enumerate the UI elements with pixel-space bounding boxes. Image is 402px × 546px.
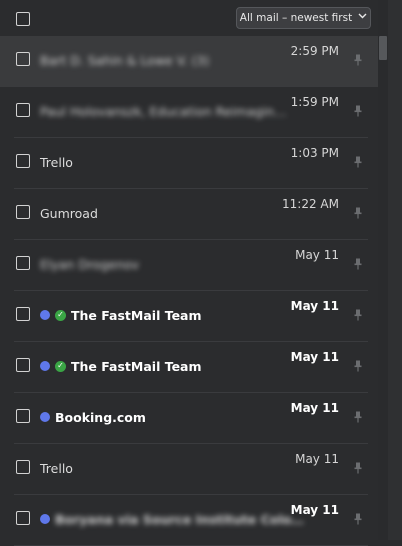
mail-list-toolbar: All mail – newest first bbox=[0, 0, 378, 36]
message-checkbox[interactable] bbox=[16, 154, 30, 168]
message-sender: ✓ The FastMail Team bbox=[40, 305, 202, 325]
message-sender: Bart D. Sahin & Lowe V. (3) bbox=[40, 50, 209, 70]
message-time: 11:22 AM bbox=[282, 197, 339, 211]
sender-name: Trello bbox=[40, 460, 73, 476]
message-sender: Trello bbox=[40, 152, 73, 172]
message-time: 1:03 PM bbox=[290, 146, 339, 160]
pin-icon[interactable] bbox=[354, 54, 362, 66]
sender-name: Bart D. Sahin & Lowe V. (3) bbox=[40, 52, 210, 68]
message-checkbox[interactable] bbox=[16, 358, 30, 372]
pin-icon[interactable] bbox=[354, 156, 362, 168]
pin-icon[interactable] bbox=[354, 360, 362, 372]
message-time: May 11 bbox=[290, 503, 339, 517]
message-checkbox[interactable] bbox=[16, 52, 30, 66]
message-row[interactable]: Elyan Drogenov May 11 bbox=[0, 240, 378, 291]
message-sender: Elyan Drogenov bbox=[40, 254, 139, 274]
sort-label: All mail – newest first bbox=[239, 12, 353, 24]
message-time: May 11 bbox=[290, 401, 339, 415]
pin-icon[interactable] bbox=[354, 513, 362, 525]
pin-icon[interactable] bbox=[354, 207, 362, 219]
message-row[interactable]: Bart D. Sahin & Lowe V. (3) 2:59 PM bbox=[0, 36, 378, 87]
message-time: 2:59 PM bbox=[290, 44, 339, 58]
sender-name: Elyan Drogenov bbox=[40, 256, 140, 272]
message-checkbox[interactable] bbox=[16, 409, 30, 423]
message-row[interactable]: Trello 1:03 PM bbox=[0, 138, 378, 189]
select-all-checkbox[interactable] bbox=[16, 12, 30, 26]
message-sender: Booking.com bbox=[40, 407, 146, 427]
unread-dot-icon bbox=[40, 310, 50, 320]
message-time: 1:59 PM bbox=[290, 95, 339, 109]
message-row[interactable]: ✓ The FastMail Team May 11 bbox=[0, 291, 378, 342]
message-row[interactable]: ✓ The FastMail Team May 11 bbox=[0, 342, 378, 393]
message-sender: Boryana via Source Institute Colo… bbox=[40, 509, 304, 529]
message-row[interactable]: Gumroad 11:22 AM bbox=[0, 189, 378, 240]
sender-name: Boryana via Source Institute Colo… bbox=[55, 511, 304, 527]
message-time: May 11 bbox=[295, 452, 339, 466]
chevron-down-icon bbox=[358, 12, 367, 22]
message-time: May 11 bbox=[290, 299, 339, 313]
message-row[interactable]: Booking.com May 11 bbox=[0, 393, 378, 444]
message-checkbox[interactable] bbox=[16, 460, 30, 474]
scrollbar[interactable] bbox=[378, 0, 402, 540]
pin-icon[interactable] bbox=[354, 411, 362, 423]
message-checkbox[interactable] bbox=[16, 511, 30, 525]
sender-name: The FastMail Team bbox=[71, 358, 202, 374]
message-checkbox[interactable] bbox=[16, 103, 30, 117]
message-row[interactable]: Boryana via Source Institute Colo… May 11 bbox=[0, 495, 378, 546]
message-checkbox[interactable] bbox=[16, 256, 30, 270]
message-row[interactable]: Paul Holovanszk, Education Reimagin… 1:59… bbox=[0, 87, 378, 138]
sender-name: Gumroad bbox=[40, 205, 98, 221]
message-sender: ✓ The FastMail Team bbox=[40, 356, 202, 376]
unread-dot-icon bbox=[40, 412, 50, 422]
sort-dropdown[interactable]: All mail – newest first bbox=[236, 7, 371, 29]
unread-dot-icon bbox=[40, 514, 50, 524]
verified-check-icon: ✓ bbox=[55, 309, 66, 321]
unread-dot-icon bbox=[40, 361, 50, 371]
message-sender: Paul Holovanszk, Education Reimagin… bbox=[40, 101, 287, 121]
verified-check-icon: ✓ bbox=[55, 360, 66, 372]
pin-icon[interactable] bbox=[354, 105, 362, 117]
pin-icon[interactable] bbox=[354, 309, 362, 321]
sender-name: Trello bbox=[40, 154, 73, 170]
scrollbar-track[interactable] bbox=[378, 0, 388, 540]
pin-icon[interactable] bbox=[354, 462, 362, 474]
sender-name: Paul Holovanszk, Education Reimagin… bbox=[40, 103, 287, 119]
scrollbar-thumb[interactable] bbox=[379, 36, 387, 60]
message-sender: Trello bbox=[40, 458, 73, 478]
message-checkbox[interactable] bbox=[16, 307, 30, 321]
sender-name: The FastMail Team bbox=[71, 307, 202, 323]
message-time: May 11 bbox=[295, 248, 339, 262]
message-time: May 11 bbox=[290, 350, 339, 364]
message-row[interactable]: Trello May 11 bbox=[0, 444, 378, 495]
message-checkbox[interactable] bbox=[16, 205, 30, 219]
sender-name: Booking.com bbox=[55, 409, 146, 425]
pin-icon[interactable] bbox=[354, 258, 362, 270]
message-list: Bart D. Sahin & Lowe V. (3) 2:59 PM Paul H… bbox=[0, 36, 378, 546]
message-sender: Gumroad bbox=[40, 203, 98, 223]
